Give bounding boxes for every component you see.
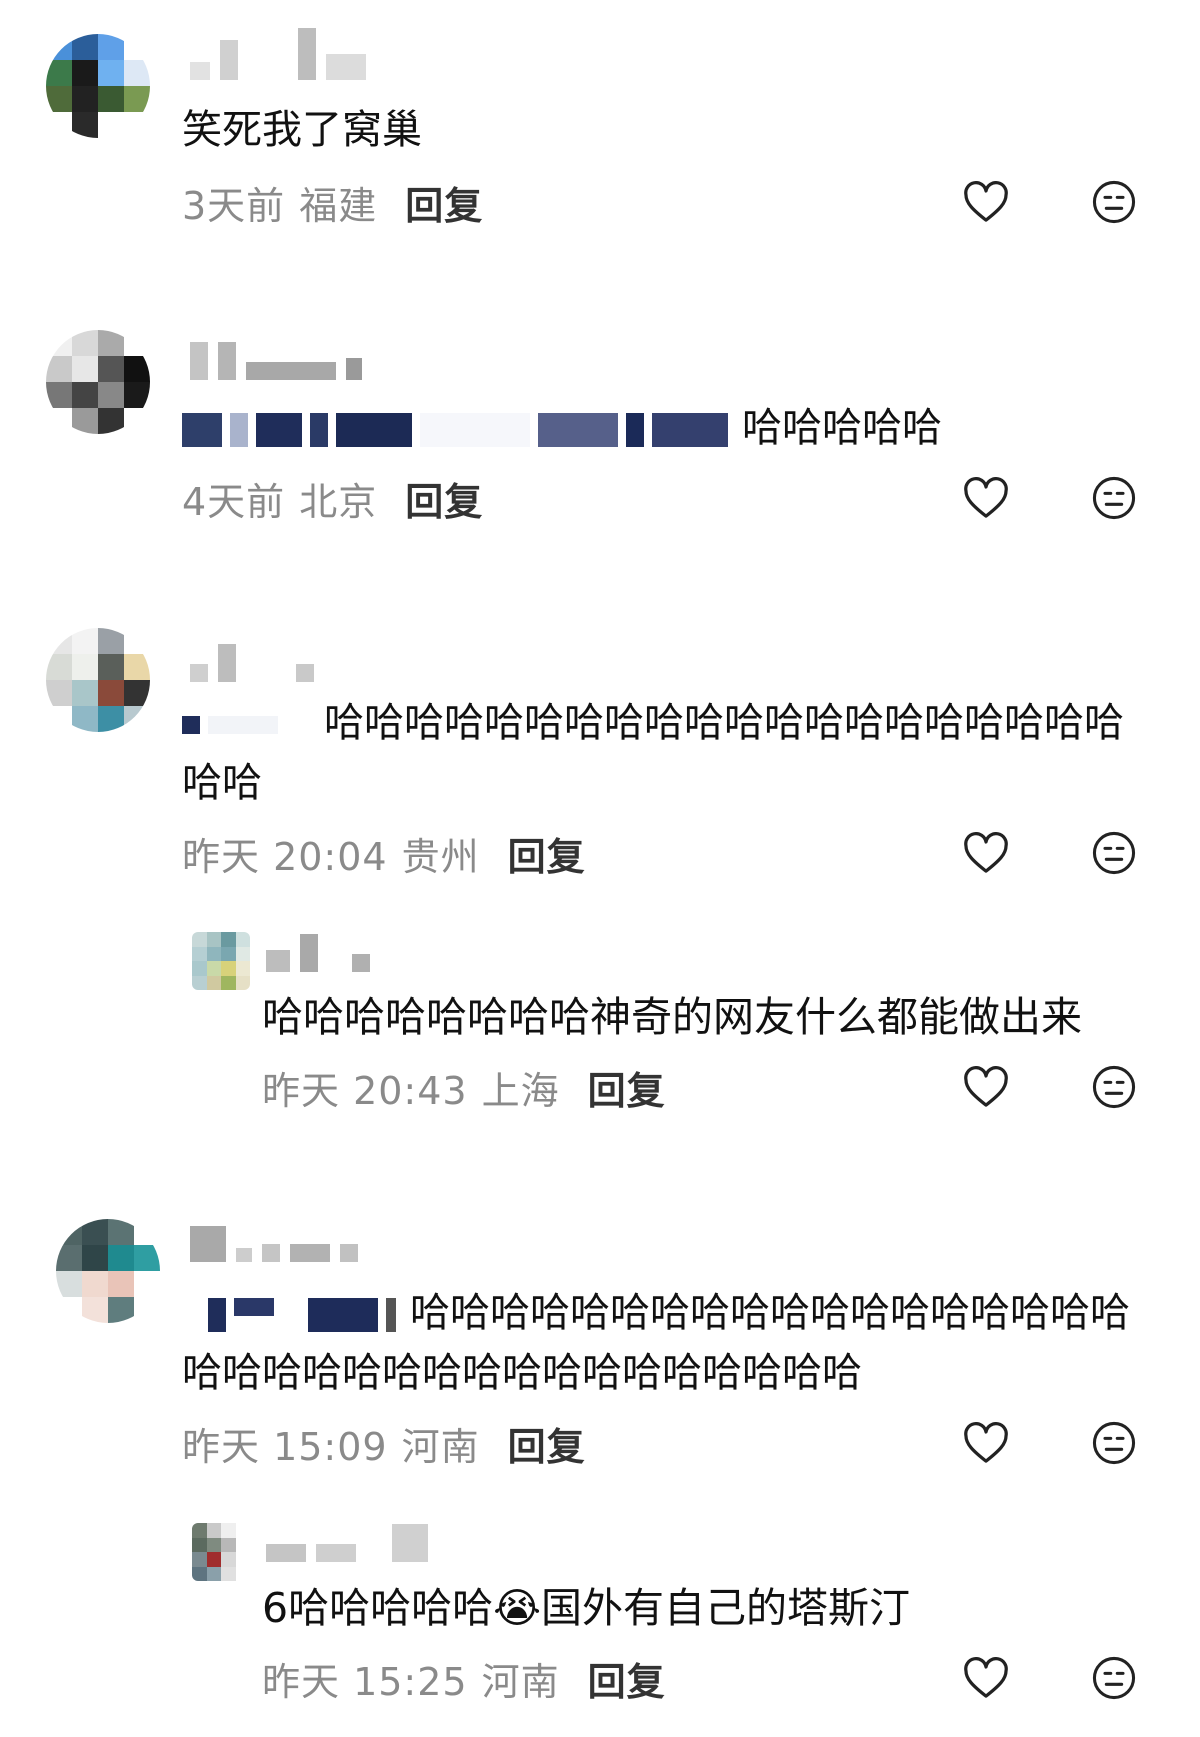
comment-region: 北京 <box>299 479 378 524</box>
reply-button[interactable]: 回复 <box>508 1416 586 1471</box>
like-heart-icon[interactable] <box>960 1652 1012 1704</box>
comment-meta: 昨天 15:25 河南 回复 <box>262 1651 666 1706</box>
like-heart-icon[interactable] <box>960 1061 1012 1113</box>
comment-meta: 昨天 15:09 河南 回复 <box>182 1416 586 1471</box>
comment-meta: 3天前 福建 回复 <box>182 175 483 230</box>
reply-text: 6哈哈哈哈哈😭国外有自己的塔斯汀 <box>262 1578 1162 1638</box>
comment-time: 昨天 20:43 <box>262 1068 468 1113</box>
dislike-face-icon[interactable] <box>1088 1061 1140 1113</box>
mention-redacted[interactable] <box>182 716 278 734</box>
reply-button[interactable]: 回复 <box>588 1060 666 1115</box>
mention-redacted[interactable] <box>208 1298 396 1332</box>
username-redacted[interactable] <box>190 1222 358 1262</box>
comment-time: 4天前 <box>182 479 286 524</box>
dislike-face-icon[interactable] <box>1088 827 1140 879</box>
username-redacted[interactable] <box>190 642 314 682</box>
comment-text: 哈哈哈哈哈哈哈哈哈哈哈哈哈哈哈哈哈哈哈哈哈哈 <box>182 693 1142 813</box>
username-redacted[interactable] <box>266 1522 428 1562</box>
dislike-face-icon[interactable] <box>1088 472 1140 524</box>
dislike-face-icon[interactable] <box>1088 176 1140 228</box>
avatar[interactable] <box>46 330 150 434</box>
comment-time: 昨天 15:09 <box>182 1424 388 1469</box>
reply-button[interactable]: 回复 <box>588 1651 666 1706</box>
comment-text-body: 哈哈哈哈哈哈哈哈哈哈哈哈哈哈哈哈哈哈哈哈哈哈 <box>182 700 1124 806</box>
comment-region: 福建 <box>299 183 378 228</box>
comment-time: 昨天 15:25 <box>262 1659 468 1704</box>
avatar[interactable] <box>56 1219 160 1323</box>
comment-meta: 昨天 20:04 贵州 回复 <box>182 826 586 881</box>
username-redacted[interactable] <box>190 340 362 380</box>
comment-meta: 昨天 20:43 上海 回复 <box>262 1060 666 1115</box>
comment-region: 贵州 <box>401 834 480 879</box>
comment-meta: 4天前 北京 回复 <box>182 471 483 526</box>
username-redacted[interactable] <box>266 932 370 972</box>
comment-text: 笑死我了窝巢 <box>182 107 422 153</box>
avatar[interactable] <box>46 628 150 732</box>
crying-face-emoji-icon: 😭 <box>493 1584 542 1632</box>
comment-time: 昨天 20:04 <box>182 834 388 879</box>
avatar[interactable] <box>192 1523 250 1581</box>
dislike-face-icon[interactable] <box>1088 1417 1140 1469</box>
reply-button[interactable]: 回复 <box>405 175 483 230</box>
avatar[interactable] <box>192 932 250 990</box>
like-heart-icon[interactable] <box>960 472 1012 524</box>
comment-region: 上海 <box>481 1068 560 1113</box>
dislike-face-icon[interactable] <box>1088 1652 1140 1704</box>
reply-text-before: 6哈哈哈哈哈 <box>262 1584 494 1632</box>
comment-region: 河南 <box>401 1424 480 1469</box>
like-heart-icon[interactable] <box>960 1417 1012 1469</box>
reply-button[interactable]: 回复 <box>405 471 483 526</box>
like-heart-icon[interactable] <box>960 176 1012 228</box>
mention-redacted[interactable] <box>182 413 728 447</box>
like-heart-icon[interactable] <box>960 827 1012 879</box>
username-redacted[interactable] <box>190 28 366 80</box>
comment-time: 3天前 <box>182 183 286 228</box>
comment-region: 河南 <box>481 1659 560 1704</box>
reply-text: 哈哈哈哈哈哈哈哈神奇的网友什么都能做出来 <box>262 993 1082 1041</box>
comment-text: 哈哈哈哈哈哈哈哈哈哈哈哈哈哈哈哈哈哈哈哈哈哈哈哈哈哈哈哈哈哈哈哈哈哈哈 <box>182 1283 1142 1403</box>
reply-text-after: 国外有自己的塔斯汀 <box>541 1584 911 1632</box>
comment-text: 哈哈哈哈哈 <box>182 398 1142 458</box>
reply-button[interactable]: 回复 <box>508 826 586 881</box>
avatar[interactable] <box>46 34 150 138</box>
comment-text-body: 哈哈哈哈哈 <box>742 405 942 451</box>
